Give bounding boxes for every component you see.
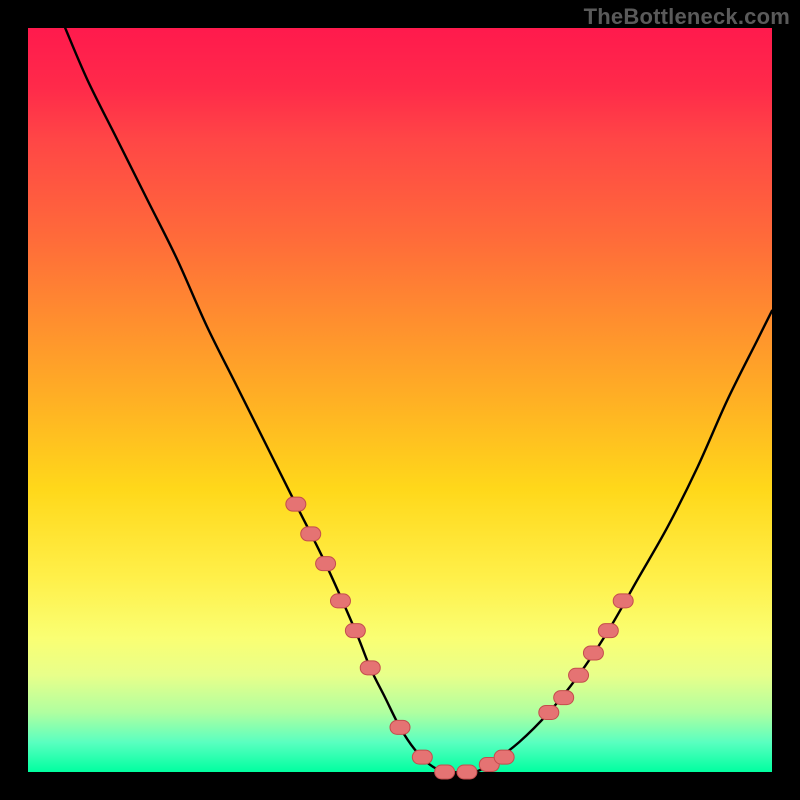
bottleneck-curve [65,28,772,773]
marker-point [345,624,365,638]
marker-point [613,594,633,608]
marker-point [435,765,455,779]
marker-point [569,668,589,682]
marker-point [539,705,559,719]
attribution-label: TheBottleneck.com [584,4,790,30]
marker-point [330,594,350,608]
marker-point [494,750,514,764]
marker-point [554,691,574,705]
marker-point [583,646,603,660]
marker-point [301,527,321,541]
marker-point [360,661,380,675]
marker-point [412,750,432,764]
chart-svg [28,28,772,772]
marker-point [598,624,618,638]
marker-point [457,765,477,779]
marker-point [286,497,306,511]
marker-point [316,557,336,571]
chart-frame [28,28,772,772]
marker-point [390,720,410,734]
highlight-markers [286,497,633,779]
